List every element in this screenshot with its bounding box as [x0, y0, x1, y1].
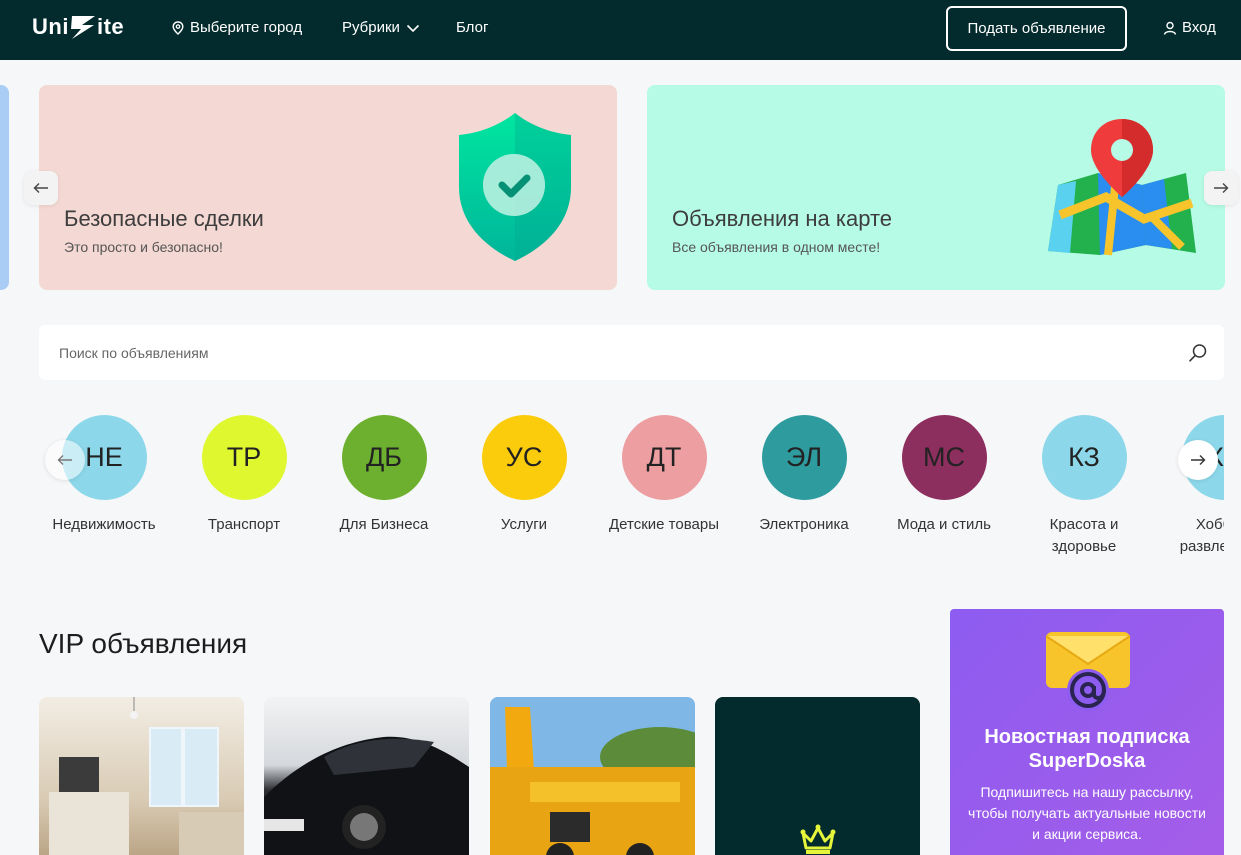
- logo-text-left: Uni: [32, 14, 69, 39]
- vip-placeholder-card[interactable]: [715, 697, 920, 855]
- location-pin-icon: [172, 20, 184, 35]
- post-ad-button[interactable]: Подать объявление: [946, 6, 1127, 51]
- chevron-down-icon: [406, 24, 420, 32]
- search-icon[interactable]: [1188, 343, 1208, 363]
- login-label: Вход: [1182, 19, 1216, 36]
- category-transport[interactable]: ТР Транспорт: [179, 415, 309, 536]
- category-circle: МС: [901, 415, 987, 500]
- category-circle: ДБ: [341, 415, 427, 500]
- blog-label: Блог: [456, 19, 489, 36]
- rubrics-label: Рубрики: [342, 19, 400, 36]
- categories-next-button[interactable]: [1178, 440, 1218, 480]
- map-pin-icon: [1048, 119, 1196, 256]
- post-ad-label: Подать объявление: [967, 20, 1106, 37]
- category-beauty[interactable]: КЗ Красота и здоровье: [1019, 415, 1149, 558]
- newsletter-block: Новостная подписка SuperDoska Подпишитес…: [950, 609, 1224, 855]
- category-label: Недвижимость: [52, 516, 156, 533]
- listing-photo-apartment: [49, 697, 244, 855]
- category-label: Красота и здоровье: [1049, 516, 1119, 555]
- promo-title: Объявления на карте: [672, 206, 893, 231]
- listing-photo-car: [264, 736, 469, 855]
- promo-subtitle: Это просто и безопасно!: [64, 239, 223, 255]
- crown-icon: [800, 824, 836, 854]
- category-kids[interactable]: ДТ Детские товары: [599, 415, 729, 536]
- categories-prev-button[interactable]: [45, 440, 85, 480]
- category-circle: ЭЛ: [761, 415, 847, 500]
- city-label: Выберите город: [190, 19, 303, 36]
- category-fashion[interactable]: МС Мода и стиль: [879, 415, 1009, 536]
- category-circle: ТР: [201, 415, 287, 500]
- category-label: Транспорт: [207, 516, 281, 533]
- category-services[interactable]: УС Услуги: [459, 415, 589, 536]
- newsletter-text: Подпишитесь на нашу рассылку, чтобы полу…: [968, 784, 1206, 842]
- vip-section-title: VIP объявления: [39, 628, 248, 659]
- newsletter-title: Новостная подписка SuperDoska: [984, 726, 1190, 772]
- city-selector[interactable]: Выберите город: [172, 19, 302, 36]
- search-input[interactable]: [39, 325, 1179, 380]
- promo-slide-partial: [0, 85, 9, 290]
- rubrics-menu[interactable]: Рубрики: [342, 19, 420, 36]
- promo-title: Безопасные сделки: [64, 206, 264, 231]
- category-label: Для Бизнеса: [339, 516, 429, 533]
- category-label: Услуги: [500, 516, 548, 533]
- envelope-at-icon: [1045, 632, 1131, 711]
- shield-check-icon: [459, 113, 571, 261]
- blog-link[interactable]: Блог: [456, 19, 488, 36]
- logo[interactable]: Uni ite: [32, 12, 124, 42]
- promo-subtitle: Все объявления в одном месте!: [672, 239, 881, 255]
- vip-listing-card[interactable]: [264, 697, 469, 855]
- category-circle: КЗ: [1041, 415, 1127, 500]
- arrow-left-icon: [57, 455, 72, 465]
- category-circle: ДТ: [621, 415, 707, 500]
- vip-listing-card[interactable]: [39, 697, 244, 855]
- user-icon: [1163, 21, 1177, 35]
- arrow-right-icon: [1191, 455, 1206, 465]
- promo-map-ads[interactable]: Объявления на карте Все объявления в одн…: [647, 85, 1225, 290]
- category-electronics[interactable]: ЭЛ Электроника: [739, 415, 869, 536]
- promo-next-button[interactable]: [1204, 171, 1238, 205]
- vip-listing-card[interactable]: [490, 697, 695, 855]
- arrow-right-icon: [1214, 183, 1229, 193]
- category-label: Детские товары: [609, 516, 719, 533]
- logo-bolt-icon: [70, 16, 95, 39]
- category-circle: УС: [481, 415, 567, 500]
- category-label: Электроника: [759, 516, 849, 533]
- category-business[interactable]: ДБ Для Бизнеса: [319, 415, 449, 536]
- category-hobby[interactable]: ХР Хобби и развлечения: [1159, 415, 1224, 558]
- promo-safe-deals[interactable]: Безопасные сделки Это просто и безопасно…: [39, 85, 617, 290]
- category-label: Мода и стиль: [897, 516, 991, 533]
- category-label: Хобби и развлечения: [1179, 516, 1224, 555]
- categories-carousel: НЕ Недвижимость ТР Транспорт ДБ Для Бизн…: [39, 415, 1224, 575]
- header: Uni ite Выберите город Рубрики Блог Пода…: [0, 0, 1241, 60]
- login-link[interactable]: Вход: [1163, 19, 1216, 36]
- search-bar: [39, 325, 1224, 380]
- listing-photo-crane: [490, 697, 695, 855]
- arrow-left-icon: [33, 183, 48, 193]
- promo-prev-button[interactable]: [24, 171, 58, 205]
- logo-text-right: ite: [96, 14, 125, 39]
